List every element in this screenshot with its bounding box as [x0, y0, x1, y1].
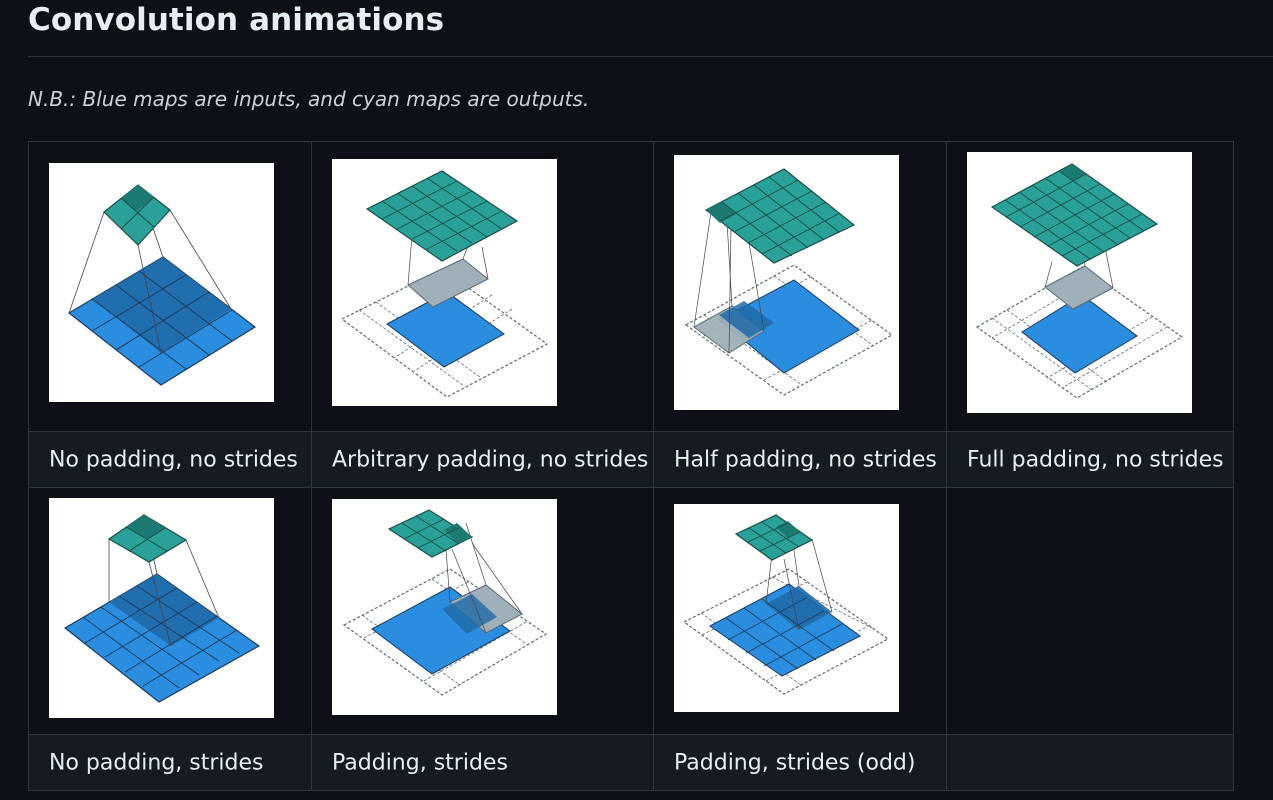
cell-image-3 [653, 141, 947, 432]
convolution-no-padding-no-strides-diagram [49, 163, 274, 402]
caption-label: No padding, no strides [49, 447, 298, 472]
cell-caption-4: Full padding, no strides [946, 431, 1234, 488]
convolution-half-padding-diagram [674, 155, 899, 410]
convolution-padding-strides-odd-diagram [674, 504, 899, 712]
page-title: Convolution animations [28, 2, 445, 38]
cell-caption-3: Half padding, no strides [653, 431, 947, 488]
cell-caption-2: Arbitrary padding, no strides [311, 431, 654, 488]
cell-caption-1: No padding, no strides [28, 431, 312, 488]
cell-image-5 [28, 487, 312, 735]
cell-empty [946, 487, 1234, 735]
caption-label: No padding, strides [49, 750, 264, 775]
cell-image-4 [946, 141, 1234, 432]
caption-label: Full padding, no strides [967, 447, 1224, 472]
cell-image-1 [28, 141, 312, 432]
title-divider [28, 56, 1273, 57]
convolution-padding-strides-diagram [332, 499, 557, 715]
note-text: N.B.: Blue maps are inputs, and cyan map… [28, 87, 590, 111]
caption-label: Half padding, no strides [674, 447, 937, 472]
convolution-full-padding-diagram [967, 152, 1192, 413]
cell-image-7 [653, 487, 947, 735]
convolution-arbitrary-padding-diagram [332, 159, 557, 406]
convolution-table: No padding, no strides Arbitrary padding… [28, 141, 1234, 791]
convolution-no-padding-strides-diagram [49, 498, 274, 718]
cell-image-2 [311, 141, 654, 432]
cell-caption-7: Padding, strides (odd) [653, 734, 947, 791]
cell-caption-empty [946, 734, 1234, 791]
caption-label: Padding, strides [332, 750, 508, 775]
cell-caption-5: No padding, strides [28, 734, 312, 791]
cell-image-6 [311, 487, 654, 735]
cell-caption-6: Padding, strides [311, 734, 654, 791]
caption-label: Arbitrary padding, no strides [332, 447, 649, 472]
caption-label: Padding, strides (odd) [674, 750, 916, 775]
